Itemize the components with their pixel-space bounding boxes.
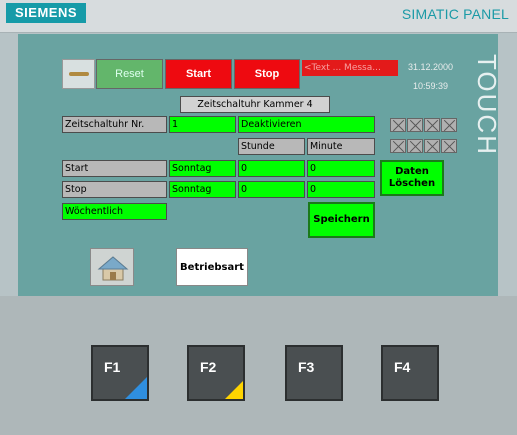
reset-button[interactable]: Reset [96, 59, 163, 89]
stop-button[interactable]: Stop [234, 59, 300, 89]
time-display: 10:59:39 [413, 81, 449, 91]
delete-data-label: Daten Löschen [388, 166, 436, 189]
status-indicators-row-1 [390, 118, 458, 132]
start-day-select[interactable]: Sonntag [169, 160, 236, 177]
f4-key[interactable]: F4 [381, 345, 439, 401]
deactivate-toggle[interactable]: Deaktivieren [238, 116, 375, 133]
alarm-message-field[interactable]: <Text ... Messa... [302, 60, 398, 76]
stop-day-select[interactable]: Sonntag [169, 181, 236, 198]
panel-top-bar: SIEMENS SIMATIC PANEL [0, 0, 517, 33]
status-x-icon [407, 139, 423, 153]
hmi-panel: SIEMENS SIMATIC PANEL TOUCH Reset Start … [0, 0, 517, 435]
timer-number-input[interactable]: 1 [169, 116, 236, 133]
start-row-label: Start [62, 160, 167, 177]
status-indicators-row-2 [390, 139, 458, 153]
f4-key-label: F4 [394, 359, 411, 375]
siemens-logo: SIEMENS [6, 3, 86, 23]
home-icon [97, 256, 129, 281]
delete-data-button[interactable]: Daten Löschen [380, 160, 444, 196]
hour-column-header: Stunde [238, 138, 305, 155]
home-button[interactable] [90, 248, 134, 286]
save-button[interactable]: Speichern [308, 202, 375, 238]
f1-key-label: F1 [104, 359, 121, 375]
status-x-icon [441, 139, 457, 153]
touch-label: TOUCH [472, 54, 502, 156]
f2-key-label: F2 [200, 359, 217, 375]
weekly-toggle[interactable]: Wöchentlich [62, 203, 167, 220]
status-x-icon [424, 139, 440, 153]
status-x-icon [441, 118, 457, 132]
f2-key[interactable]: F2 [187, 345, 245, 401]
start-minute-input[interactable]: 0 [307, 160, 375, 177]
status-x-icon [407, 118, 423, 132]
stop-row-label: Stop [62, 181, 167, 198]
status-x-icon [390, 118, 406, 132]
f2-corner-indicator [225, 381, 243, 399]
f1-key[interactable]: F1 [91, 345, 149, 401]
panel-model-label: SIMATIC PANEL [401, 6, 509, 22]
start-button[interactable]: Start [165, 59, 232, 89]
lower-bezel [0, 296, 517, 435]
timer-number-label: Zeitschaltuhr Nr. [62, 116, 167, 133]
f1-corner-indicator [125, 377, 147, 399]
operating-mode-button[interactable]: Betriebsart [176, 248, 248, 286]
stop-hour-input[interactable]: 0 [238, 181, 305, 198]
date-display: 31.12.2000 [408, 62, 454, 72]
minute-column-header: Minute [307, 138, 375, 155]
start-hour-input[interactable]: 0 [238, 160, 305, 177]
page-title: Zeitschaltuhr Kammer 4 [180, 96, 330, 113]
f3-key-label: F3 [298, 359, 315, 375]
stop-minute-input[interactable]: 0 [307, 181, 375, 198]
status-x-icon [390, 139, 406, 153]
status-x-icon [424, 118, 440, 132]
f3-key[interactable]: F3 [285, 345, 343, 401]
company-logo-icon [62, 59, 95, 89]
